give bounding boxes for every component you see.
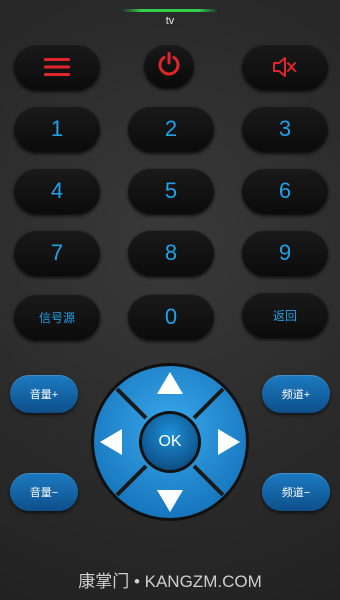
device-title: tv (165, 15, 175, 27)
dpad-down-button[interactable] (140, 474, 200, 518)
key-9[interactable]: 9 (242, 230, 328, 276)
ok-button[interactable] (142, 414, 198, 470)
key-6[interactable]: 6 (242, 168, 328, 214)
volume-up-button[interactable]: 音量+ (10, 375, 78, 413)
channel-up-button[interactable]: 频道+ (262, 375, 330, 413)
menu-icon (44, 57, 70, 77)
key-5[interactable]: 5 (128, 168, 214, 214)
key-3[interactable]: 3 (242, 106, 328, 152)
watermark: 康掌门 • KANGZM.COM (78, 572, 262, 591)
mute-button[interactable] (242, 44, 328, 90)
directional-pad: OK (90, 362, 250, 522)
connection-indicator (122, 9, 218, 12)
menu-button[interactable] (14, 44, 100, 90)
power-button[interactable] (144, 44, 194, 88)
key-8[interactable]: 8 (128, 230, 214, 276)
key-4[interactable]: 4 (14, 168, 100, 214)
dpad-left-button[interactable] (94, 412, 138, 472)
key-1[interactable]: 1 (14, 106, 100, 152)
volume-down-button[interactable]: 音量− (10, 473, 78, 511)
title-bar: tv (0, 0, 340, 34)
back-button[interactable]: 返回 (242, 292, 328, 338)
mute-icon (272, 55, 298, 79)
signal-source-button[interactable]: 信号源 (14, 294, 100, 340)
power-icon (156, 51, 182, 82)
channel-down-button[interactable]: 频道− (262, 473, 330, 511)
key-7[interactable]: 7 (14, 230, 100, 276)
dpad-right-button[interactable] (202, 412, 246, 472)
key-0[interactable]: 0 (128, 294, 214, 340)
key-2[interactable]: 2 (128, 106, 214, 152)
dpad-up-button[interactable] (140, 366, 200, 410)
